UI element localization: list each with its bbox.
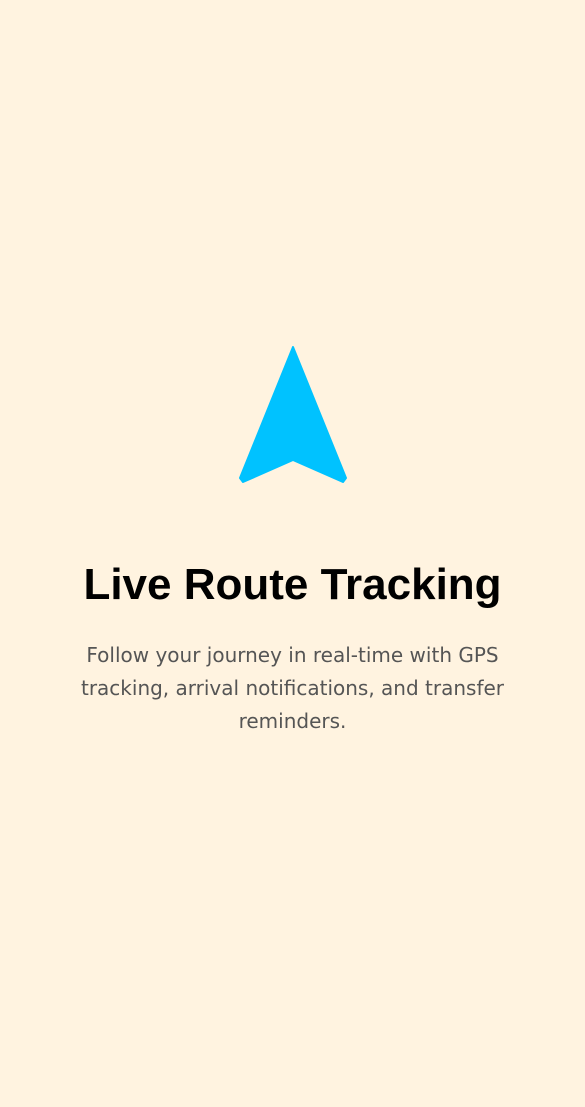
onboarding-screen: Live Route Tracking Follow your journey …: [0, 0, 585, 1107]
page-description: Follow your journey in real-time with GP…: [80, 643, 505, 733]
page-title: Live Route Tracking: [83, 560, 502, 609]
navigation-arrow-icon: [239, 346, 347, 483]
